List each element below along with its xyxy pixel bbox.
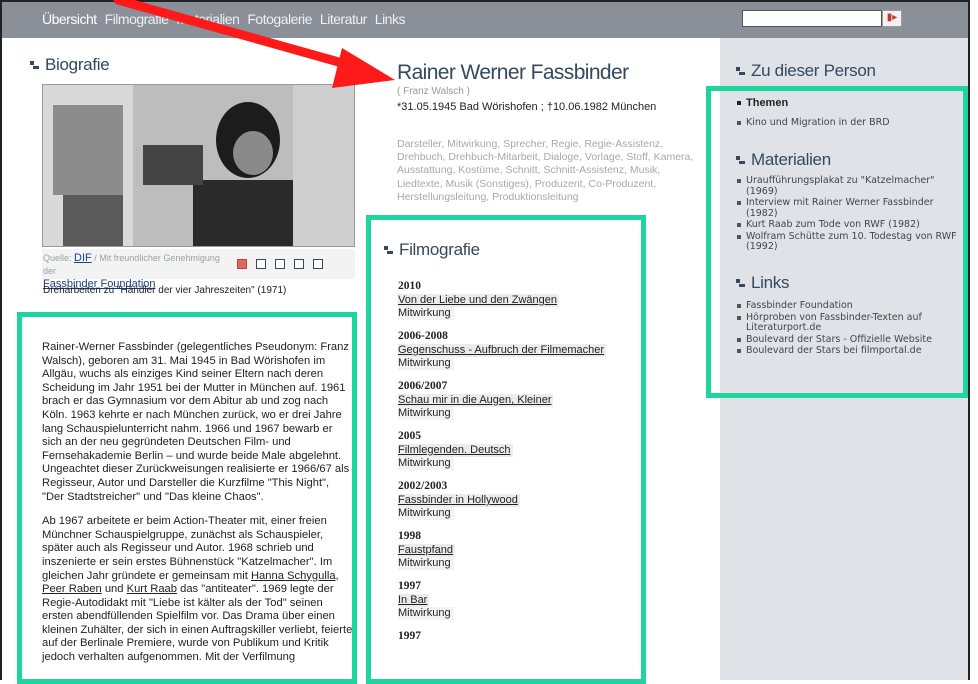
person-roles: Darsteller, Mitwirkung, Sprecher, Regie,… (397, 138, 694, 203)
highlight-box-biography (17, 312, 357, 684)
search-input[interactable] (742, 10, 882, 27)
dif-link[interactable]: DIF (74, 252, 92, 264)
person-dates: *31.05.1945 Bad Wörishofen ; †10.06.1982… (397, 101, 657, 113)
person-pseudonym: ( Franz Walsch ) (397, 86, 470, 97)
nav-item-filmografie[interactable]: Filmografie (105, 11, 169, 27)
pager-dot-5[interactable] (313, 259, 323, 269)
zu-dieser-person-heading: Zu dieser Person (736, 61, 876, 81)
pager-dot-2[interactable] (256, 259, 266, 269)
photo-caption: Dreharbeiten zu "Händler der vier Jahres… (43, 285, 287, 296)
pager-dot-3[interactable] (275, 259, 285, 269)
pager-dot-4[interactable] (294, 259, 304, 269)
pager-dot-1[interactable] (237, 259, 247, 269)
search-button[interactable]: ▮▸ (882, 10, 902, 27)
scrollbar[interactable] (968, 0, 978, 680)
nav-item-uebersicht[interactable]: Übersicht (42, 11, 97, 27)
highlight-box-filmography (366, 215, 646, 684)
photo-pager (237, 259, 323, 269)
photo-image (43, 85, 354, 246)
nav-item-fotogalerie[interactable]: Fotogalerie (247, 11, 312, 27)
nav-item-links[interactable]: Links (375, 11, 406, 27)
nav-item-materialien[interactable]: Materialien (176, 11, 239, 27)
person-name: Rainer Werner Fassbinder (397, 61, 629, 84)
nav-menu: Übersicht Filmografie Materialien Fotoga… (42, 11, 405, 27)
section-bullet-icon (736, 67, 745, 76)
top-navigation: Übersicht Filmografie Materialien Fotoga… (2, 2, 968, 38)
section-bullet-icon (30, 61, 39, 70)
person-photo (42, 84, 355, 247)
biografie-heading: Biografie (30, 55, 110, 75)
highlight-box-sidebar (706, 86, 968, 398)
nav-item-literatur[interactable]: Literatur (320, 11, 367, 27)
